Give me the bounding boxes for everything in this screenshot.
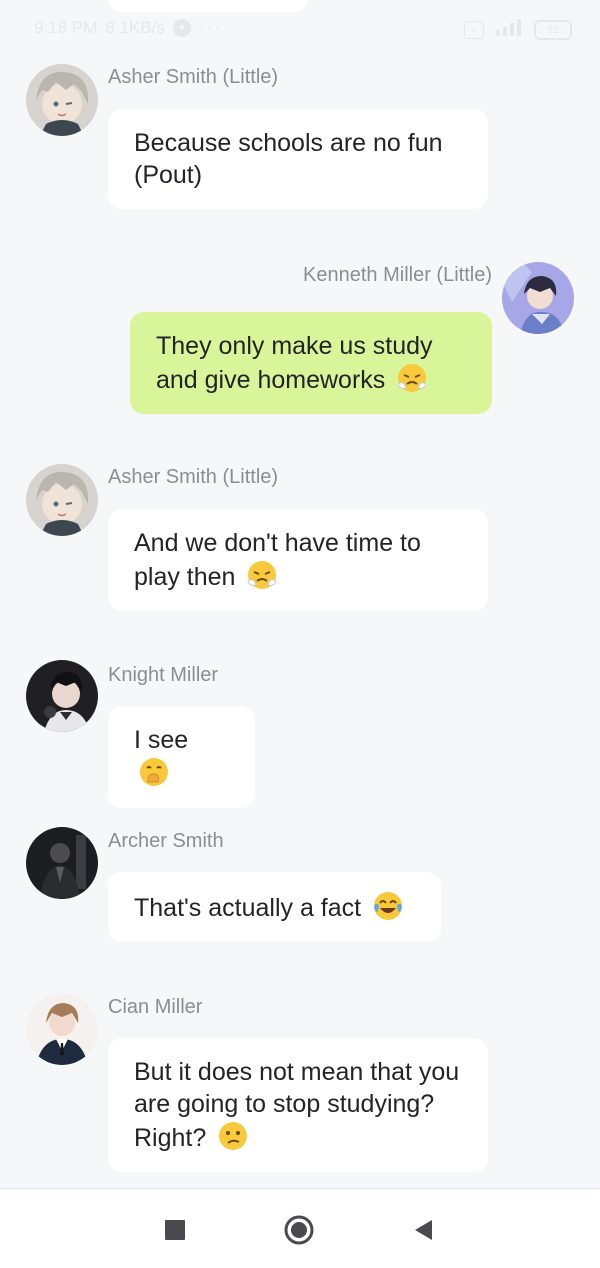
message-bubble[interactable]: And we don't have time to play then bbox=[108, 509, 488, 611]
signal-icon bbox=[494, 18, 524, 41]
laughing-tears-emoji bbox=[374, 892, 403, 920]
message-item: Asher Smith (Little) And we don't have t… bbox=[0, 444, 600, 624]
status-right: ▪ 92 bbox=[464, 18, 572, 41]
asher-avatar[interactable] bbox=[26, 464, 98, 536]
message-item: Cian Miller But it does not mean that yo… bbox=[0, 974, 600, 1194]
recents-button[interactable] bbox=[160, 1215, 190, 1245]
message-text: Because schools are no fun (Pout) bbox=[134, 129, 443, 189]
knight-avatar[interactable] bbox=[26, 660, 98, 732]
confused-face-emoji bbox=[219, 1122, 248, 1150]
sender-name: Knight Miller bbox=[108, 664, 219, 686]
message-bubble[interactable]: But it does not mean that you are going … bbox=[108, 1038, 488, 1172]
status-time: 9:18 PM bbox=[34, 18, 98, 37]
battery-icon: 92 bbox=[534, 19, 572, 40]
sender-name: Cian Miller bbox=[108, 996, 203, 1018]
message-bubble[interactable]: That's actually a fact bbox=[108, 872, 441, 942]
kenneth-avatar[interactable] bbox=[502, 262, 574, 334]
message-item: Asher Smith (Little) Because schools are… bbox=[0, 44, 600, 224]
steaming-angry-face-emoji bbox=[397, 364, 427, 392]
message-text: But it does not mean that you are going … bbox=[134, 1058, 460, 1152]
home-button[interactable] bbox=[284, 1215, 314, 1245]
status-left: 9:18 PM 8.1KB/s ✦ ··· bbox=[34, 18, 222, 38]
status-bar: 9:18 PM 8.1KB/s ✦ ··· ▪ 92 bbox=[0, 0, 600, 44]
hand-over-mouth-emoji bbox=[140, 758, 168, 786]
sender-name: Asher Smith (Little) bbox=[108, 66, 279, 88]
circle-icon bbox=[284, 1215, 314, 1245]
archer-avatar[interactable] bbox=[26, 827, 98, 899]
cian-avatar[interactable] bbox=[26, 993, 98, 1065]
more-notifications-icon: ··· bbox=[198, 18, 222, 37]
message-item: Knight Miller I see bbox=[0, 642, 600, 808]
back-button[interactable] bbox=[408, 1215, 438, 1245]
steaming-angry-face-emoji bbox=[247, 561, 278, 589]
message-item: Archer Smith That's actually a fact bbox=[0, 808, 600, 958]
asher-avatar[interactable] bbox=[26, 64, 98, 136]
message-bubble[interactable]: They only make us study and give homewor… bbox=[130, 312, 492, 414]
volte-icon: ▪ bbox=[464, 20, 484, 39]
message-text: They only make us study and give homewor… bbox=[156, 332, 433, 394]
status-speed: 8.1KB/s bbox=[105, 18, 165, 37]
sender-name: Kenneth Miller (Little) bbox=[303, 264, 492, 286]
top-bubble-edge bbox=[108, 0, 308, 12]
message-item: Kenneth Miller (Little) They only make u… bbox=[0, 244, 600, 424]
message-bubble[interactable]: I see bbox=[108, 706, 255, 808]
navigation-bar bbox=[0, 1188, 600, 1268]
message-bubble[interactable]: Because schools are no fun (Pout) bbox=[108, 109, 488, 209]
square-icon bbox=[165, 1220, 185, 1240]
triangle-back-icon bbox=[415, 1220, 432, 1240]
messenger-icon: ✦ bbox=[172, 19, 191, 37]
sender-name: Archer Smith bbox=[108, 830, 224, 852]
message-text: I see bbox=[134, 726, 189, 754]
message-text: That's actually a fact bbox=[134, 894, 362, 922]
sender-name: Asher Smith (Little) bbox=[108, 466, 279, 488]
